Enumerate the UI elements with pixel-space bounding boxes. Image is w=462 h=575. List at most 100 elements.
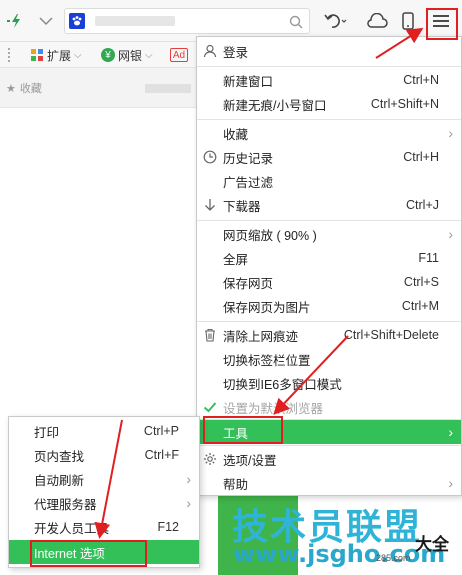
site-favicon	[69, 13, 85, 29]
submenu-item-print[interactable]: 打印 Ctrl+P	[9, 419, 199, 443]
menu-item-new-window[interactable]: 新建窗口 Ctrl+N	[197, 68, 461, 92]
menu-item-label: 登录	[223, 45, 249, 60]
menu-item-label: 开发人员工具	[34, 521, 110, 536]
menu-item-clear-traces[interactable]: 清除上网痕迹 Ctrl+Shift+Delete	[197, 323, 461, 347]
tab-text-blurred	[145, 84, 191, 93]
watermark-right: 大全	[415, 535, 449, 554]
watermark-small: 285.com	[376, 553, 411, 563]
menu-item-label: 收藏	[223, 127, 249, 142]
undo-icon[interactable]	[322, 10, 350, 32]
menu-item-new-incognito-window[interactable]: 新建无痕/小号窗口 Ctrl+Shift+N	[197, 92, 461, 116]
menu-separator	[197, 119, 461, 120]
chevron-right-icon: ›	[448, 424, 453, 440]
submenu-item-find[interactable]: 页内查找 Ctrl+F	[9, 443, 199, 467]
chevron-down-icon[interactable]	[34, 12, 58, 30]
extension-icon	[30, 48, 44, 62]
menu-item-label: 新建窗口	[223, 74, 274, 89]
menu-item-label: 切换标签栏位置	[223, 353, 311, 368]
menu-item-label: 切换到IE6多窗口模式	[223, 377, 342, 392]
menu-item-shortcut: Ctrl+M	[401, 299, 439, 313]
menu-item-fullscreen[interactable]: 全屏 F11	[197, 246, 461, 270]
menu-item-help[interactable]: 帮助 ›	[197, 471, 461, 495]
bookmark-label: 扩展	[47, 48, 72, 63]
bookmark-grip	[8, 48, 10, 62]
submenu-item-auto-refresh[interactable]: 自动刷新 ›	[9, 467, 199, 491]
submenu-item-internet-options[interactable]: Internet 选项	[9, 540, 199, 564]
tab-favorites[interactable]: ★ 收藏	[6, 80, 42, 96]
menu-separator	[197, 220, 461, 221]
menu-item-label: 自动刷新	[34, 473, 85, 488]
chevron-right-icon: ›	[448, 475, 453, 491]
menu-item-shortcut: Ctrl+H	[403, 150, 439, 164]
menu-item-shortcut: F11	[418, 251, 439, 265]
cloud-icon[interactable]	[364, 10, 390, 32]
menu-item-label: 下载器	[223, 199, 261, 214]
menu-item-label: 历史记录	[223, 151, 274, 166]
clock-icon	[202, 149, 218, 165]
menu-item-history[interactable]: 历史记录 Ctrl+H	[197, 145, 461, 169]
chevron-right-icon: ›	[186, 471, 191, 487]
ad-icon: Ad	[170, 48, 188, 62]
menu-item-set-default-browser: 设置为默认浏览器	[197, 395, 461, 419]
phone-icon[interactable]	[396, 10, 420, 32]
address-bar[interactable]	[64, 8, 310, 34]
menu-item-switch-tab-position[interactable]: 切换标签栏位置	[197, 347, 461, 371]
menu-item-label: 网页缩放 ( 90% )	[223, 228, 317, 243]
menu-item-favorites[interactable]: 收藏 ›	[197, 121, 461, 145]
menu-item-shortcut: Ctrl+Shift+N	[370, 97, 439, 111]
bookmark-label: 网银	[118, 48, 143, 63]
menu-item-label: 保存网页为图片	[223, 300, 311, 315]
menu-item-switch-ie6-mode[interactable]: 切换到IE6多窗口模式	[197, 371, 461, 395]
menu-item-downloads[interactable]: 下载器 Ctrl+J	[197, 193, 461, 217]
bookmark-extension[interactable]: 扩展 ⌵	[30, 46, 82, 64]
menu-item-options[interactable]: 选项/设置	[197, 447, 461, 471]
menu-item-label: 代理服务器	[34, 497, 97, 512]
gear-icon	[202, 451, 218, 467]
search-icon[interactable]	[287, 13, 305, 31]
menu-item-label: Internet 选项	[34, 546, 105, 561]
menu-item-save-as-image[interactable]: 保存网页为图片 Ctrl+M	[197, 294, 461, 318]
menu-item-ad-filter[interactable]: 广告过滤	[197, 169, 461, 193]
menu-item-tools[interactable]: 工具 ›	[197, 420, 461, 444]
menu-item-label: 页内查找	[34, 449, 85, 464]
watermark-url: www.jsgho.com	[233, 540, 446, 568]
chevron-down-icon: ⌵	[145, 49, 153, 61]
menu-separator	[197, 445, 461, 446]
menu-item-shortcut: F12	[157, 520, 179, 534]
menu-item-login[interactable]: 登录	[197, 39, 461, 63]
address-text-blurred	[95, 16, 175, 26]
chevron-right-icon: ›	[186, 495, 191, 511]
menu-item-zoom[interactable]: 网页缩放 ( 90% ) ›	[197, 222, 461, 246]
menu-item-label: 保存网页	[223, 276, 274, 291]
bank-icon: ¥	[101, 48, 115, 62]
tab-label: 收藏	[19, 83, 42, 95]
tools-submenu: 打印 Ctrl+P 页内查找 Ctrl+F 自动刷新 › 代理服务器 › 开发人…	[8, 416, 200, 568]
speed-icon[interactable]	[2, 12, 28, 30]
download-icon	[202, 197, 218, 213]
main-menu: 登录 新建窗口 Ctrl+N 新建无痕/小号窗口 Ctrl+Shift+N 收藏…	[196, 36, 462, 496]
trash-icon	[202, 327, 218, 343]
bookmark-ad[interactable]: Ad	[170, 46, 188, 64]
menu-item-label: 广告过滤	[223, 175, 274, 190]
menu-item-shortcut: Ctrl+N	[403, 73, 439, 87]
menu-item-shortcut: Ctrl+F	[144, 448, 179, 462]
menu-separator	[197, 321, 461, 322]
menu-item-label: 工具	[223, 426, 249, 441]
star-icon: ★	[6, 82, 16, 95]
chevron-down-icon: ⌵	[74, 49, 82, 61]
menu-item-label: 设置为默认浏览器	[223, 401, 324, 416]
menu-item-label: 打印	[34, 425, 60, 440]
tab-strip: ★ 收藏	[0, 68, 200, 108]
chevron-right-icon: ›	[448, 226, 453, 242]
menu-item-label: 新建无痕/小号窗口	[223, 98, 327, 113]
submenu-item-dev-tools[interactable]: 开发人员工具 F12	[9, 515, 199, 539]
bookmark-bank[interactable]: ¥ 网银 ⌵	[101, 46, 153, 64]
user-icon	[202, 43, 218, 59]
menu-item-shortcut: Ctrl+J	[406, 198, 439, 212]
menu-item-label: 帮助	[223, 477, 249, 492]
chevron-right-icon: ›	[448, 125, 453, 141]
submenu-item-proxy[interactable]: 代理服务器 ›	[9, 491, 199, 515]
menu-item-save-page[interactable]: 保存网页 Ctrl+S	[197, 270, 461, 294]
menu-separator	[197, 66, 461, 67]
menu-icon[interactable]	[428, 10, 454, 32]
